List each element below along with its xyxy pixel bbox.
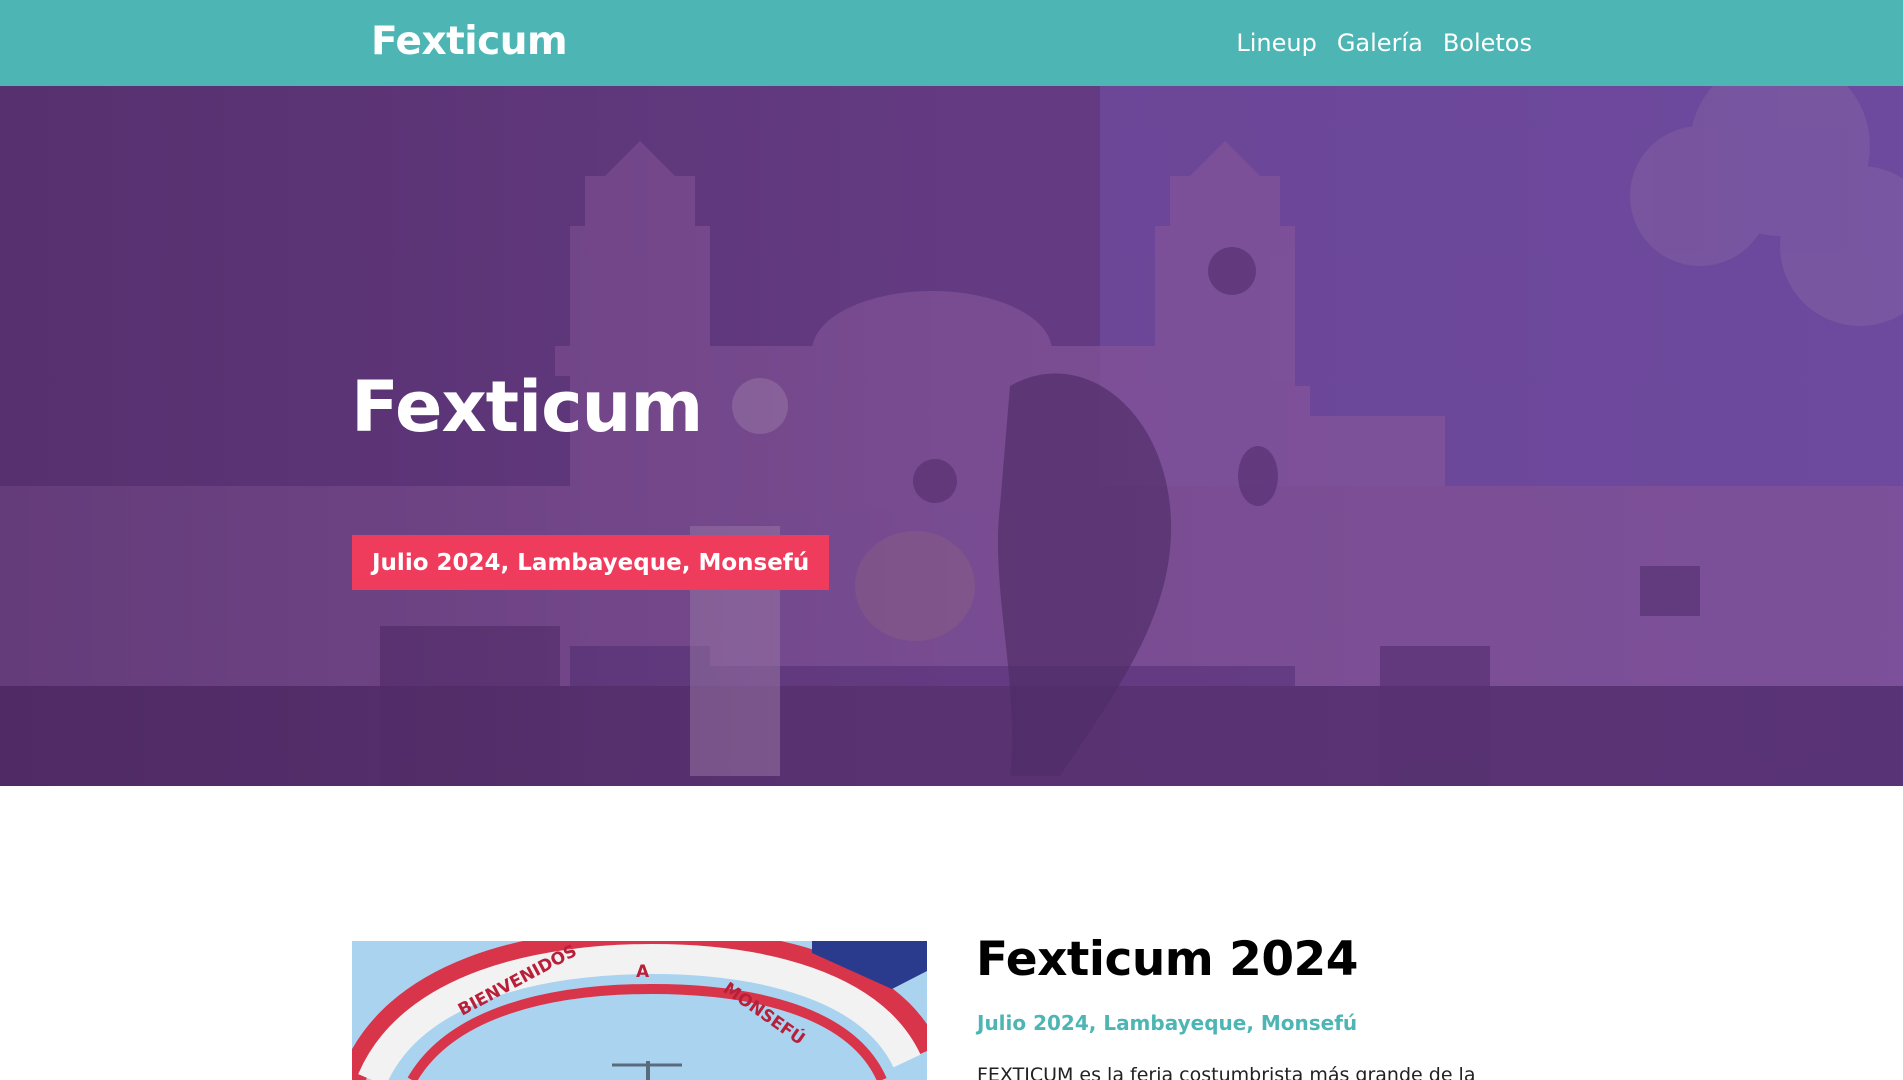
nav-link-lineup[interactable]: Lineup xyxy=(1236,26,1316,60)
site-logo[interactable]: Fexticum xyxy=(371,19,568,64)
arch-text-a: A xyxy=(636,962,650,982)
site-header: Fexticum Lineup Galería Boletos xyxy=(0,0,1903,86)
about-title: Fexticum 2024 xyxy=(976,932,1358,987)
hero-date-badge-label: Julio 2024, Lambayeque, Monsefú xyxy=(372,549,810,576)
about-subtitle: Julio 2024, Lambayeque, Monsefú xyxy=(977,1011,1358,1035)
hero-overlay xyxy=(0,86,1903,786)
nav-link-galeria[interactable]: Galería xyxy=(1337,26,1423,60)
main-nav: Lineup Galería Boletos xyxy=(1236,26,1532,60)
hero-date-badge: Julio 2024, Lambayeque, Monsefú xyxy=(352,535,830,590)
about-image: BIENVENIDOS A MONSEFÚ xyxy=(352,941,927,1080)
hero-title: Fexticum xyxy=(351,366,703,448)
about-description: FEXTICUM es la feria costumbrista más gr… xyxy=(977,1064,1476,1080)
monsefu-arch-image: BIENVENIDOS A MONSEFÚ xyxy=(352,941,927,1080)
hero-section: Fexticum Julio 2024, Lambayeque, Monsefú xyxy=(0,86,1903,786)
nav-link-boletos[interactable]: Boletos xyxy=(1443,26,1532,60)
